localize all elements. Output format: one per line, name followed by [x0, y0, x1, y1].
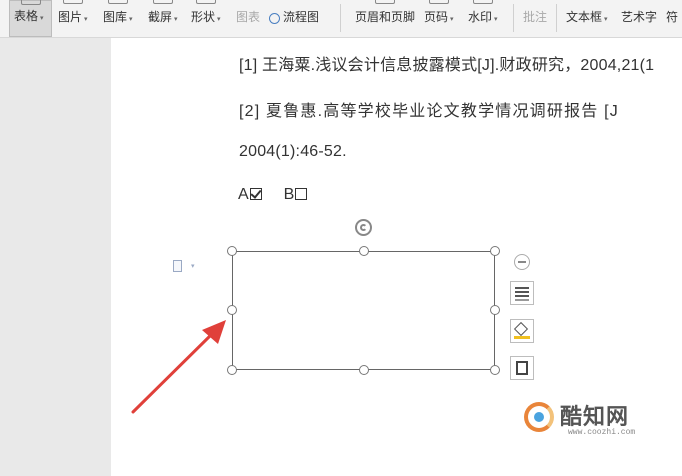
reference-2-continued: 2004(1):46-52.	[239, 143, 347, 160]
reference-2: [2] 夏鲁惠.高等学校毕业论文教学情况调研报告 [J	[239, 103, 619, 120]
reference-1: [1] 王海粟.浅议会计信息披露模式[J].财政研究，2004,21(1	[239, 57, 655, 74]
resize-handle-bottom[interactable]	[359, 365, 369, 375]
screenshot-icon	[152, 0, 173, 4]
resize-handle-top[interactable]	[359, 246, 369, 256]
comment-button[interactable]: 批注	[523, 0, 547, 37]
table-icon	[20, 0, 41, 5]
anchor-caret-icon[interactable]: ▾	[191, 262, 195, 270]
gallery-icon	[107, 0, 128, 4]
picture-icon	[62, 0, 83, 4]
word-art-button[interactable]: 艺术字	[621, 0, 657, 37]
watermark-url: www.coozhi.com	[568, 428, 636, 437]
text-box-button[interactable]: 文本框 ▾	[566, 0, 608, 37]
chart-button[interactable]: 图表	[236, 0, 260, 37]
page-number-button[interactable]: 页码 ▾	[424, 0, 454, 37]
option-b-label: B	[283, 186, 295, 203]
outline-button[interactable]	[510, 356, 534, 380]
page-number-icon	[428, 0, 449, 4]
anchor-icon[interactable]	[173, 260, 182, 272]
toolbar-divider	[513, 4, 514, 32]
fill-button[interactable]	[510, 319, 534, 343]
resize-handle-top-right[interactable]	[490, 246, 500, 256]
ribbon-toolbar: 表格 ▾ 图片 ▾ 图库 ▾ 截屏 ▾ 形状 ▾ 图表 流程图 页眉和页脚 页码 ▾ 水印 ▾…	[0, 0, 682, 38]
watermark-icon	[472, 0, 493, 4]
collapse-icon[interactable]	[514, 254, 530, 270]
fill-bucket-icon	[513, 321, 529, 337]
text-box[interactable]	[232, 251, 495, 370]
watermark-logo-icon	[524, 402, 554, 432]
checked-box-icon	[249, 188, 262, 200]
header-footer-icon	[375, 0, 395, 4]
shape-button[interactable]: 形状 ▾	[191, 0, 221, 37]
checkbox-options: AB	[238, 186, 308, 204]
picture-button[interactable]: 图片 ▾	[58, 0, 88, 37]
watermark: 酷知网 www.coozhi.com	[520, 397, 670, 445]
shape-icon	[195, 0, 216, 4]
table-button[interactable]: 表格 ▾	[9, 0, 52, 37]
watermark-button[interactable]: 水印 ▾	[468, 0, 498, 37]
toolbar-divider	[556, 4, 557, 32]
symbol-button[interactable]: 符	[666, 0, 678, 37]
rotate-handle-icon[interactable]	[355, 219, 372, 236]
text-wrap-icon	[515, 287, 529, 289]
resize-handle-left[interactable]	[227, 305, 237, 315]
toolbar-divider	[340, 4, 341, 32]
red-arrow-icon	[131, 320, 226, 414]
outline-icon	[516, 361, 528, 375]
option-a-label: A	[238, 186, 249, 203]
watermark-text: 酷知网	[560, 404, 630, 429]
screenshot-button[interactable]: 截屏 ▾	[148, 0, 178, 37]
empty-box-icon	[295, 188, 308, 200]
resize-handle-bottom-right[interactable]	[490, 365, 500, 375]
flowchart-button[interactable]: 流程图	[269, 0, 319, 37]
flowchart-icon	[269, 13, 280, 24]
resize-handle-top-left[interactable]	[227, 246, 237, 256]
layout-options-button[interactable]	[510, 281, 534, 305]
header-footer-button[interactable]: 页眉和页脚	[355, 0, 415, 37]
resize-handle-right[interactable]	[490, 305, 500, 315]
gallery-button[interactable]: 图库 ▾	[103, 0, 133, 37]
